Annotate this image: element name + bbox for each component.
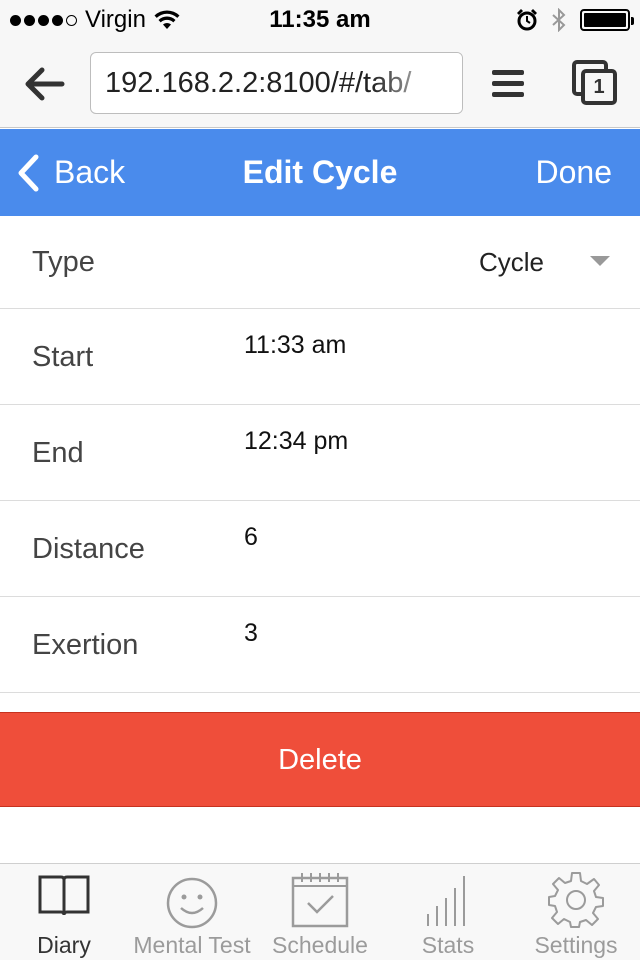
- distance-label: Distance: [32, 533, 145, 565]
- tab-schedule[interactable]: Schedule: [256, 864, 384, 960]
- tab-label-mental-test: Mental Test: [133, 932, 251, 958]
- end-label: End: [32, 437, 84, 469]
- app-header: Back Edit Cycle Done: [0, 129, 640, 216]
- tab-label-diary: Diary: [37, 932, 91, 958]
- tab-label-stats: Stats: [421, 932, 475, 958]
- done-button[interactable]: Done: [536, 129, 613, 216]
- delete-button[interactable]: Delete: [0, 712, 640, 807]
- tab-bar: Diary Mental Test Schedule Stats Setting…: [0, 863, 640, 960]
- chevron-left-icon: [18, 154, 39, 191]
- dropdown-caret-icon: [590, 255, 610, 266]
- signal-strength-icon: [10, 14, 77, 26]
- edit-form: Type Cycle Start 11:33 am End 12:34 pm D…: [0, 216, 640, 693]
- url-text: 192.168.2.2:8100/#/tab/: [105, 67, 412, 99]
- status-left: Virgin: [10, 6, 180, 34]
- end-row[interactable]: End 12:34 pm: [0, 405, 640, 501]
- browser-tabs-icon[interactable]: 1: [572, 60, 618, 106]
- tab-diary[interactable]: Diary: [0, 864, 128, 960]
- type-select[interactable]: Cycle: [479, 216, 610, 309]
- start-input[interactable]: 11:33 am: [244, 331, 346, 360]
- distance-input[interactable]: 6: [244, 523, 258, 552]
- wifi-icon: [154, 10, 180, 29]
- tab-label-schedule: Schedule: [272, 932, 368, 958]
- smiley-icon: [166, 877, 218, 929]
- alarm-clock-icon: [517, 9, 537, 31]
- bar-chart-icon: [427, 876, 465, 926]
- book-icon: [38, 875, 90, 916]
- tab-label-settings: Settings: [534, 932, 618, 958]
- type-label: Type: [32, 246, 95, 278]
- start-row[interactable]: Start 11:33 am: [0, 309, 640, 405]
- back-label: Back: [54, 154, 126, 190]
- distance-row[interactable]: Distance 6: [0, 501, 640, 597]
- carrier-name: Virgin: [85, 6, 146, 33]
- exertion-input[interactable]: 3: [244, 619, 258, 648]
- exertion-row[interactable]: Exertion 3: [0, 597, 640, 693]
- back-button[interactable]: Back: [16, 129, 125, 216]
- browser-back-icon[interactable]: [22, 64, 66, 104]
- type-value: Cycle: [478, 247, 544, 277]
- exertion-label: Exertion: [32, 629, 139, 661]
- tab-stats[interactable]: Stats: [384, 864, 512, 960]
- tab-count: 1: [581, 69, 617, 105]
- browser-toolbar: 192.168.2.2:8100/#/tab/ 1: [0, 40, 640, 128]
- bluetooth-icon: [552, 8, 566, 32]
- status-bar: Virgin 11:35 am: [0, 0, 640, 40]
- tab-settings[interactable]: Settings: [512, 864, 640, 960]
- status-right: [516, 6, 634, 34]
- type-row: Type Cycle: [0, 216, 640, 309]
- gear-icon: [548, 872, 604, 928]
- browser-menu-icon[interactable]: [492, 70, 524, 98]
- end-input[interactable]: 12:34 pm: [244, 427, 348, 456]
- address-bar[interactable]: 192.168.2.2:8100/#/tab/: [90, 52, 463, 114]
- tab-mental-test[interactable]: Mental Test: [128, 864, 256, 960]
- calendar-check-icon: [291, 873, 349, 928]
- start-label: Start: [32, 341, 94, 373]
- battery-icon: [580, 9, 634, 31]
